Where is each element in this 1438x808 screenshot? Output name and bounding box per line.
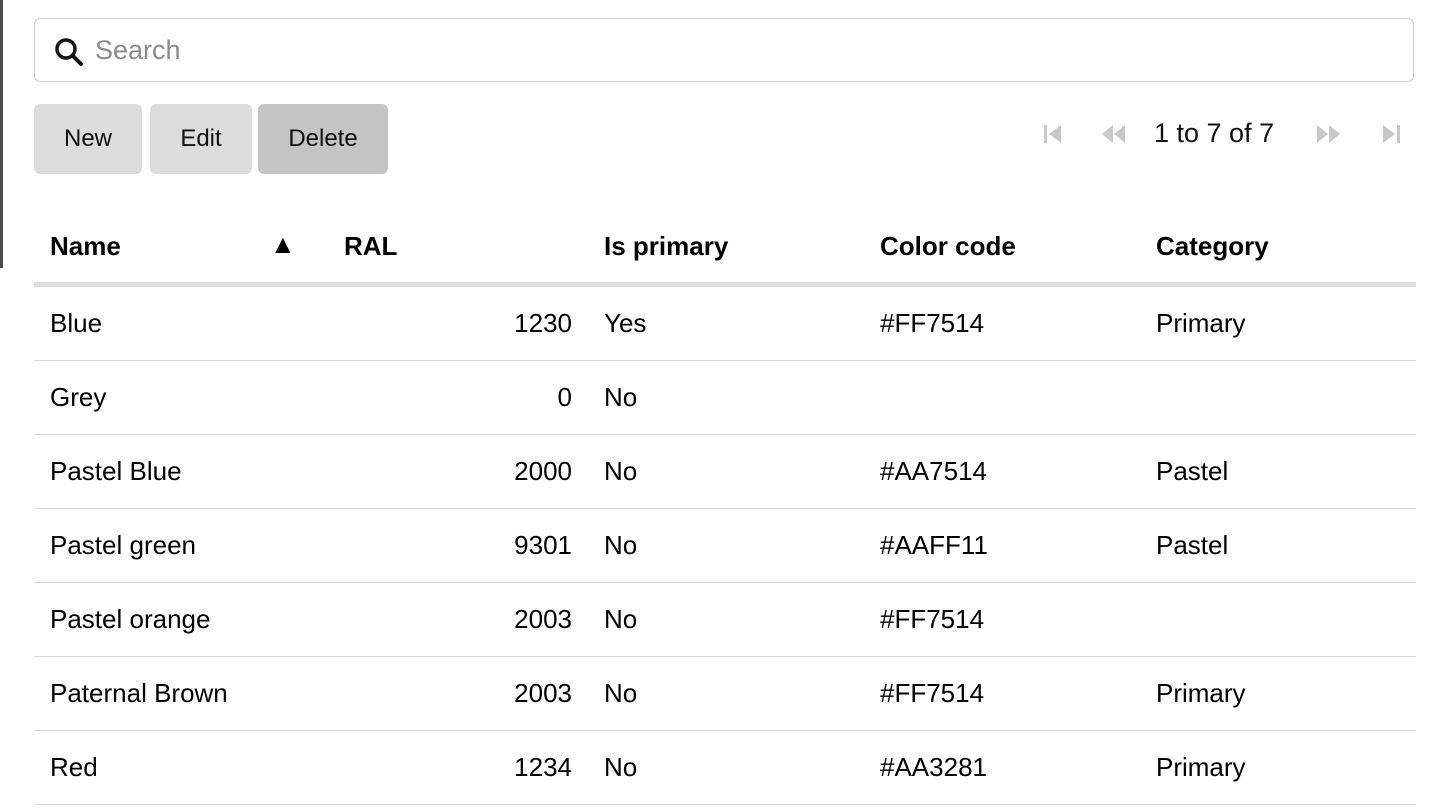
cell-ral: 1234 <box>328 730 588 805</box>
table-row[interactable]: Red 1234 No #AA3281 Primary <box>34 730 1416 805</box>
table-row[interactable]: Pastel Blue 2000 No #AA7514 Pastel <box>34 434 1416 509</box>
cell-name: Pastel Blue <box>34 434 328 509</box>
cell-ral: 2003 <box>328 582 588 657</box>
cell-category <box>1140 360 1416 435</box>
cell-category: Primary <box>1140 730 1416 805</box>
cell-color-code: #FF7514 <box>864 582 1140 657</box>
cell-color-code: #AA3281 <box>864 730 1140 805</box>
cell-is-primary: No <box>588 582 864 657</box>
table-row[interactable]: Pastel orange 2003 No #FF7514 <box>34 582 1416 657</box>
cell-is-primary: Yes <box>588 284 864 361</box>
new-button[interactable]: New <box>34 104 142 174</box>
table-row[interactable]: Pastel green 9301 No #AAFF11 Pastel <box>34 508 1416 583</box>
column-header-label: Name <box>50 230 121 261</box>
table-header-row: Name ▲ RAL Is primary Color code Categor… <box>34 210 1416 287</box>
sort-ascending-icon[interactable]: ▲ <box>270 229 296 260</box>
cell-color-code: #AA7514 <box>864 434 1140 509</box>
cell-is-primary: No <box>588 508 864 583</box>
search-box[interactable] <box>34 18 1414 82</box>
table-row[interactable]: Blue 1230 Yes #FF7514 Primary <box>34 284 1416 361</box>
table-row[interactable]: Grey 0 No <box>34 360 1416 435</box>
cell-category: Pastel <box>1140 508 1416 583</box>
cell-name: Blue <box>34 284 328 361</box>
column-header-color-code[interactable]: Color code <box>864 210 1140 287</box>
previous-page-icon[interactable] <box>1100 120 1126 148</box>
cell-name: Red <box>34 730 328 805</box>
cell-category <box>1140 582 1416 657</box>
first-page-icon[interactable] <box>1040 120 1066 148</box>
column-header-category[interactable]: Category <box>1140 210 1416 287</box>
search-input[interactable] <box>95 29 1395 71</box>
column-header-is-primary[interactable]: Is primary <box>588 210 864 287</box>
table-row[interactable]: Paternal Brown 2003 No #FF7514 Primary <box>34 656 1416 731</box>
cell-ral: 1230 <box>328 284 588 361</box>
column-header-ral[interactable]: RAL <box>328 210 588 287</box>
cell-category: Primary <box>1140 284 1416 361</box>
cell-category: Primary <box>1140 656 1416 731</box>
cell-ral: 2000 <box>328 434 588 509</box>
cell-color-code: #FF7514 <box>864 656 1140 731</box>
window-left-edge <box>0 0 3 268</box>
cell-ral: 2003 <box>328 656 588 731</box>
cell-name: Paternal Brown <box>34 656 328 731</box>
cell-color-code <box>864 360 1140 435</box>
search-icon <box>55 38 83 66</box>
cell-is-primary: No <box>588 656 864 731</box>
table-body: Blue 1230 Yes #FF7514 Primary Grey 0 No Pastel B… <box>34 284 1416 805</box>
cell-ral: 0 <box>328 360 588 435</box>
pagination-status: 1 to 7 of 7 <box>1154 118 1275 148</box>
cell-name: Pastel green <box>34 508 328 583</box>
cell-is-primary: No <box>588 360 864 435</box>
cell-category: Pastel <box>1140 434 1416 509</box>
colors-table: Name ▲ RAL Is primary Color code Categor… <box>34 210 1416 805</box>
cell-name: Grey <box>34 360 328 435</box>
column-header-name[interactable]: Name ▲ <box>34 210 328 287</box>
next-page-icon[interactable] <box>1316 120 1342 148</box>
delete-button[interactable]: Delete <box>258 104 388 174</box>
cell-name: Pastel orange <box>34 582 328 657</box>
cell-ral: 9301 <box>328 508 588 583</box>
cell-is-primary: No <box>588 434 864 509</box>
cell-is-primary: No <box>588 730 864 805</box>
edit-button[interactable]: Edit <box>150 104 252 174</box>
cell-color-code: #FF7514 <box>864 284 1140 361</box>
last-page-icon[interactable] <box>1378 120 1404 148</box>
cell-color-code: #AAFF11 <box>864 508 1140 583</box>
